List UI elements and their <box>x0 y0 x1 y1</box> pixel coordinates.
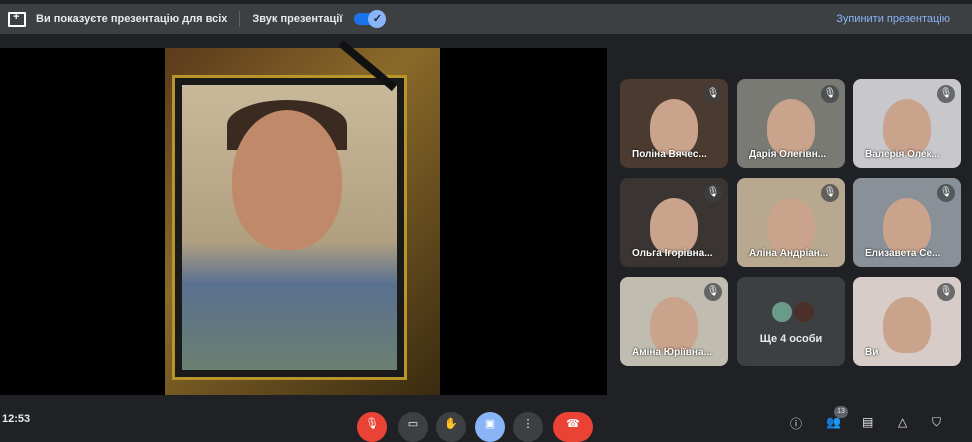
participant-tile[interactable]: 🎙 Елизавета Се... <box>853 178 961 267</box>
check-icon: ✓ <box>368 10 387 28</box>
present-screen-icon <box>8 11 26 27</box>
more-participants-tile[interactable]: Ще 4 особи <box>737 277 845 366</box>
participant-name: Аміна Юріївна... <box>632 347 712 358</box>
more-participants-label: Ще 4 особи <box>759 333 823 345</box>
participant-tile[interactable]: 🎙 Валерія Олек... <box>853 79 961 168</box>
participant-tile[interactable]: 🎙 Аліна Андріан... <box>737 178 845 267</box>
host-controls-icon[interactable]: ⛉ <box>932 415 941 430</box>
mic-off-icon: 🎙 <box>937 85 955 103</box>
activities-icon[interactable]: △ <box>898 415 907 429</box>
mourning-ribbon <box>338 40 397 92</box>
present-button[interactable]: ▣ <box>475 412 505 442</box>
participant-name: Ольга Ігорівна... <box>632 248 713 259</box>
end-call-button[interactable]: ☎ <box>553 412 593 442</box>
mic-off-icon: 🎙 <box>821 184 839 202</box>
participant-name: Ви <box>865 347 879 358</box>
participant-name: Валерія Олек... <box>865 149 940 160</box>
participant-name: Елизавета Се... <box>865 248 941 259</box>
more-options-button[interactable]: ⋮ <box>513 412 543 442</box>
avatar <box>793 301 815 323</box>
mic-off-icon: 🎙 <box>704 184 722 202</box>
mic-off-icon: 🎙 <box>937 184 955 202</box>
participant-name: Дарія Олегівн... <box>749 149 827 160</box>
mic-off-icon: 🎙 <box>821 85 839 103</box>
mic-off-icon: 🎙 <box>704 283 722 301</box>
divider <box>239 11 241 27</box>
chat-icon[interactable]: ▤ <box>862 415 873 429</box>
presenting-status: Ви показуєте презентацію для всіх <box>36 13 228 25</box>
participant-tile[interactable]: 🎙 Дарія Олегівн... <box>737 79 845 168</box>
raise-hand-button[interactable]: ✋ <box>436 412 466 442</box>
camera-toggle-button[interactable]: ▭ <box>398 412 428 442</box>
participant-tile[interactable]: 🎙 Аміна Юріївна... <box>620 277 728 366</box>
portrait-frame <box>172 40 407 380</box>
participant-name: Аліна Андріан... <box>749 248 829 259</box>
participant-name: Поліна Вячес... <box>632 149 707 160</box>
presented-photo <box>165 40 440 395</box>
participant-tile[interactable]: 🎙 Ольга Ігорівна... <box>620 178 728 267</box>
avatar <box>771 301 793 323</box>
presentation-sound-toggle[interactable]: ✓ <box>354 10 387 28</box>
presentation-stage <box>0 40 607 395</box>
clock: 12:53 <box>2 413 31 425</box>
mic-off-icon: 🎙 <box>704 85 722 103</box>
control-bar: 12:53 🎙 ▭ ✋ ▣ ⋮ ☎ ⓘ 👥 ▤ △ ⛉ <box>0 410 972 442</box>
mic-off-icon: 🎙 <box>937 283 955 301</box>
info-icon[interactable]: ⓘ <box>790 415 802 432</box>
presentation-bar: Ви показуєте презентацію для всіх Звук п… <box>0 4 972 34</box>
stop-presentation-button[interactable]: Зупинити презентацію <box>836 13 950 25</box>
participant-tile-self[interactable]: 🎙 Ви <box>853 277 961 366</box>
participant-count-badge: 13 <box>834 406 848 418</box>
mic-toggle-button[interactable]: 🎙 <box>357 412 387 442</box>
sound-label: Звук презентації <box>252 13 343 25</box>
participant-tile[interactable]: 🎙 Поліна Вячес... <box>620 79 728 168</box>
